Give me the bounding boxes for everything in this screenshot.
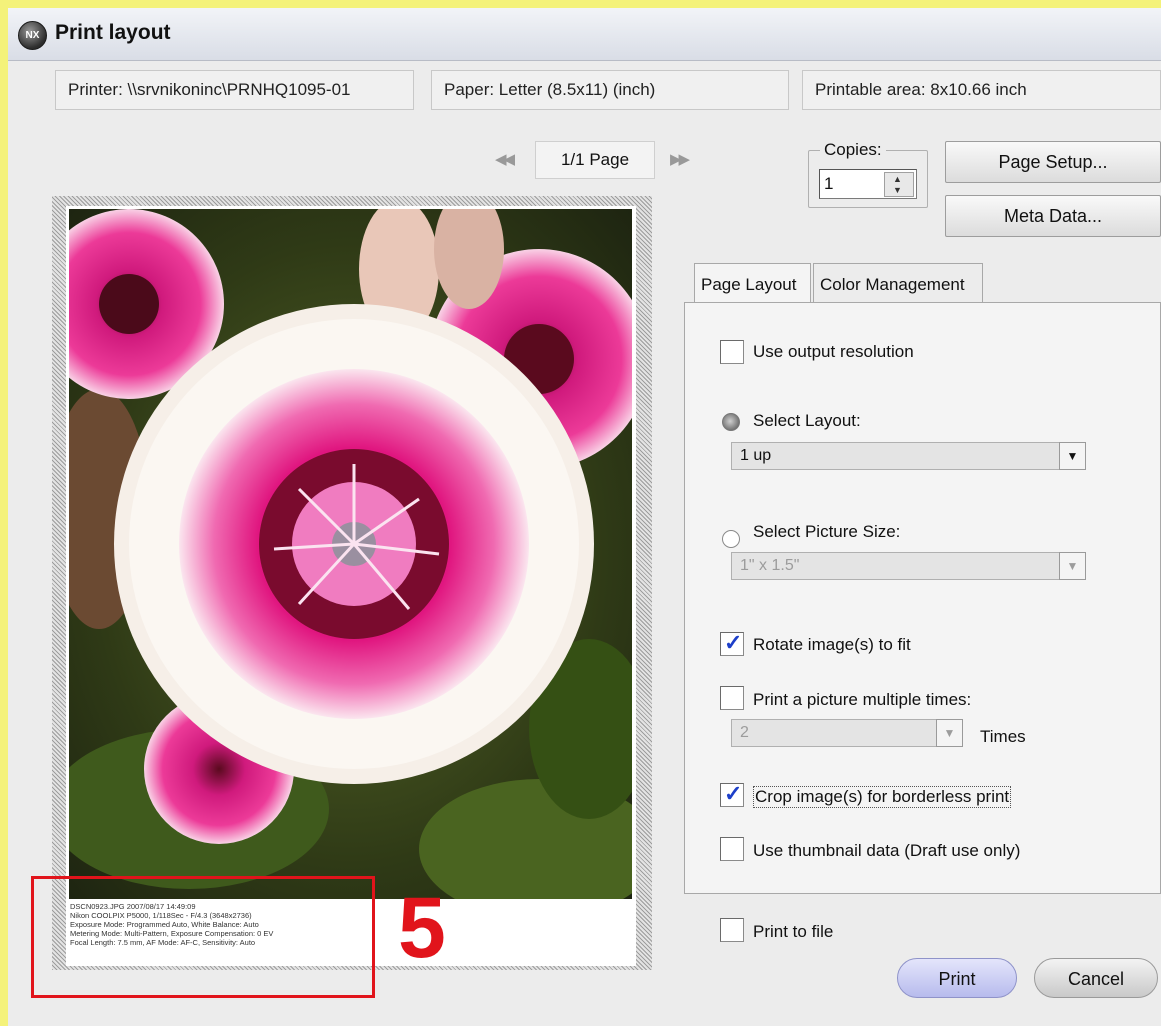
- copies-label: Copies:: [820, 140, 886, 160]
- spin-down-icon[interactable]: ▼: [893, 185, 902, 195]
- flower-photo: [69, 209, 632, 899]
- picture-size-dropdown-value: 1" x 1.5": [740, 557, 800, 574]
- print-multiple-value: 2: [740, 724, 749, 741]
- spin-up-icon[interactable]: ▲: [893, 174, 902, 184]
- checkmark-icon: ✓: [724, 781, 743, 806]
- layout-dropdown[interactable]: 1 up ▼: [731, 442, 1086, 470]
- copies-value[interactable]: 1: [824, 174, 833, 194]
- print-to-file-checkbox[interactable]: [720, 918, 744, 942]
- use-thumbnail-label: Use thumbnail data (Draft use only): [753, 841, 1021, 860]
- times-label: Times: [980, 727, 1026, 746]
- page-setup-button[interactable]: Page Setup...: [945, 141, 1161, 183]
- nx-logo-icon: NX: [18, 21, 47, 50]
- use-output-resolution-label: Use output resolution: [753, 342, 914, 361]
- title-bar: NX Print layout: [8, 8, 1161, 61]
- annotation-highlight-box: [31, 876, 375, 998]
- picture-size-dropdown[interactable]: 1" x 1.5" ▼: [731, 552, 1086, 580]
- paper-info: Paper: Letter (8.5x11) (inch): [431, 70, 789, 110]
- crop-borderless-checkbox[interactable]: ✓: [720, 781, 744, 807]
- printable-area-info: Printable area: 8x10.66 inch: [802, 70, 1161, 110]
- window-border-left: [0, 0, 8, 1026]
- preview-photo: [69, 209, 632, 899]
- use-output-resolution-checkbox[interactable]: [720, 340, 744, 364]
- crop-borderless-label: Crop image(s) for borderless print: [753, 786, 1012, 808]
- annotation-number: 5: [398, 880, 446, 976]
- select-layout-label: Select Layout:: [753, 411, 861, 430]
- print-multiple-label: Print a picture multiple times:: [753, 690, 972, 709]
- select-layout-radio[interactable]: [722, 413, 740, 431]
- printer-info: Printer: \\srvnikoninc\PRNHQ1095-01: [55, 70, 414, 110]
- page-indicator: 1/1 Page: [535, 141, 655, 179]
- print-multiple-checkbox[interactable]: [720, 686, 744, 710]
- cancel-button[interactable]: Cancel: [1034, 958, 1158, 998]
- chevron-down-icon[interactable]: ▼: [1059, 442, 1086, 470]
- copies-spinner[interactable]: ▲ ▼: [884, 172, 914, 197]
- print-multiple-dropdown[interactable]: 2 ▼: [731, 719, 963, 747]
- chevron-down-icon[interactable]: ▼: [1059, 552, 1086, 580]
- tab-page-layout[interactable]: Page Layout: [694, 263, 811, 303]
- select-picture-size-radio[interactable]: [722, 530, 740, 548]
- print-button[interactable]: Print: [897, 958, 1017, 998]
- next-page-icon[interactable]: ▶▶: [670, 150, 690, 168]
- meta-data-button[interactable]: Meta Data...: [945, 195, 1161, 237]
- checkmark-icon: ✓: [724, 630, 743, 655]
- tab-color-management[interactable]: Color Management: [813, 263, 983, 303]
- window-border-top: [0, 0, 1161, 8]
- layout-dropdown-value: 1 up: [740, 447, 772, 464]
- print-to-file-label: Print to file: [753, 922, 834, 941]
- rotate-to-fit-label: Rotate image(s) to fit: [753, 635, 911, 654]
- previous-page-icon[interactable]: ◀◀: [495, 150, 515, 168]
- window-title: Print layout: [55, 21, 171, 44]
- use-thumbnail-checkbox[interactable]: [720, 837, 744, 861]
- chevron-down-icon[interactable]: ▼: [936, 719, 963, 747]
- rotate-to-fit-checkbox[interactable]: ✓: [720, 630, 744, 656]
- select-picture-size-label: Select Picture Size:: [753, 522, 901, 541]
